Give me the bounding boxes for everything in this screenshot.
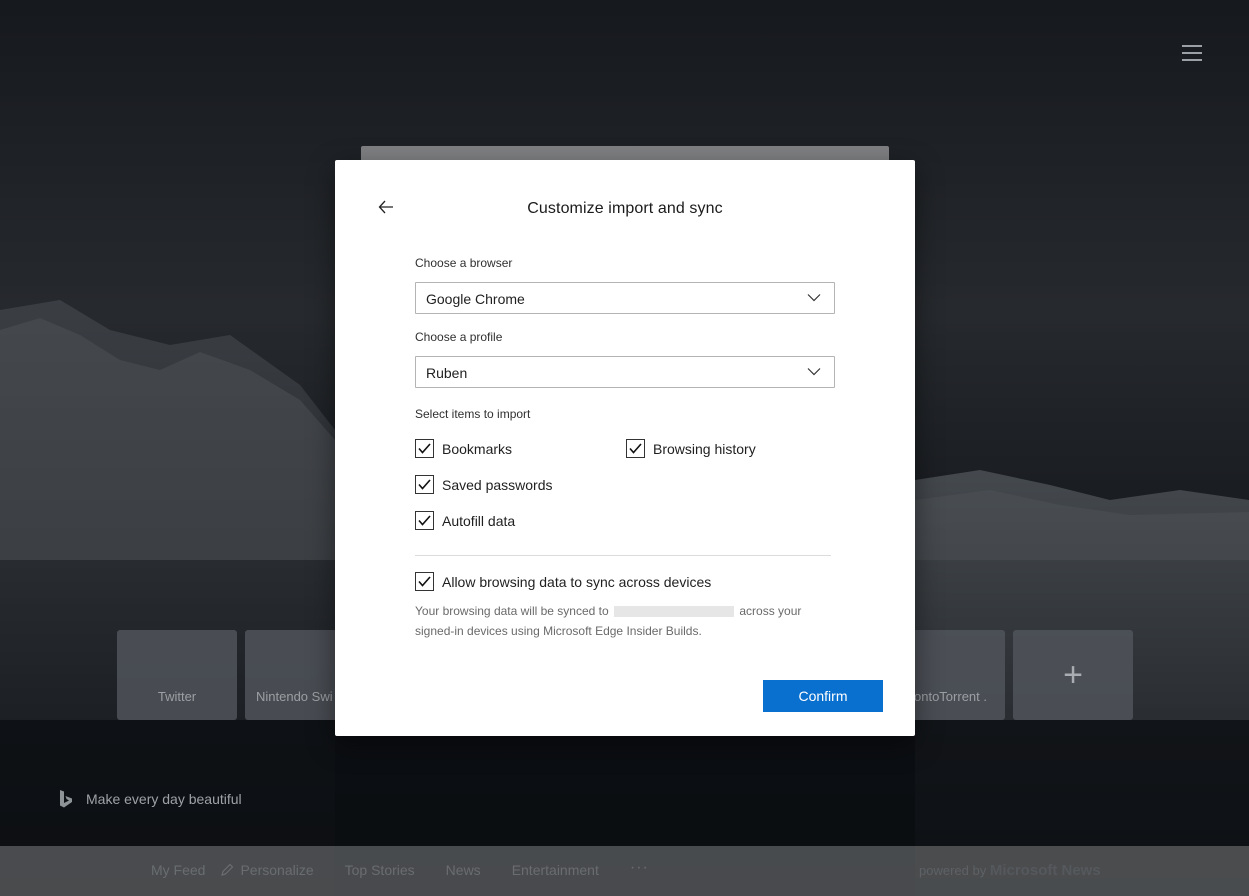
bing-tagline[interactable]: Make every day beautiful xyxy=(86,791,242,807)
nav-label: My Feed xyxy=(151,862,206,878)
browser-select[interactable]: Google Chrome xyxy=(415,282,835,314)
plus-icon: + xyxy=(1063,656,1083,694)
pencil-icon xyxy=(221,863,234,876)
news-nav: My Feed Personalize Top Stories News Ent… xyxy=(151,859,649,878)
profile-label: Choose a profile xyxy=(415,330,503,344)
item-browsing-history: Browsing history xyxy=(626,439,756,458)
checkmark-icon xyxy=(629,443,642,454)
items-label: Select items to import xyxy=(415,407,531,421)
bing-branding: Make every day beautiful xyxy=(58,789,242,809)
nav-entertainment[interactable]: Entertainment xyxy=(512,862,599,878)
chevron-down-icon xyxy=(807,368,821,376)
item-bookmarks: Bookmarks xyxy=(415,439,512,458)
nav-label: Personalize xyxy=(240,862,314,878)
nav-label: Entertainment xyxy=(511,862,599,878)
item-saved-passwords: Saved passwords xyxy=(415,475,553,494)
hamburger-menu-icon[interactable] xyxy=(1180,42,1204,64)
news-bar: My Feed Personalize Top Stories News Ent… xyxy=(0,846,1249,896)
sync-desc-before: Your browsing data will be synced to xyxy=(415,604,609,618)
divider xyxy=(415,555,831,556)
saved-passwords-label: Saved passwords xyxy=(442,476,553,493)
bookmarks-label: Bookmarks xyxy=(442,440,513,457)
powered-brand[interactable]: Microsoft News xyxy=(990,862,1101,879)
nav-news[interactable]: News xyxy=(446,862,481,878)
profile-select-value: Ruben xyxy=(426,365,468,381)
bing-logo-icon xyxy=(60,790,72,808)
tile-label: Twitter xyxy=(157,689,197,704)
browsing-history-checkbox[interactable] xyxy=(626,439,645,458)
add-site-tile[interactable]: + xyxy=(1013,630,1133,720)
saved-passwords-checkbox[interactable] xyxy=(415,475,434,494)
chevron-down-icon xyxy=(807,294,821,302)
powered-prefix: powered by xyxy=(919,863,987,878)
import-sync-dialog: Customize import and sync Choose a brows… xyxy=(335,160,915,736)
sync-option: Allow browsing data to sync across devic… xyxy=(415,572,711,591)
checkmark-icon xyxy=(418,576,431,587)
bookmarks-checkbox[interactable] xyxy=(415,439,434,458)
browser-label: Choose a browser xyxy=(415,256,513,270)
sync-label: Allow browsing data to sync across devic… xyxy=(442,573,712,590)
autofill-data-checkbox[interactable] xyxy=(415,511,434,530)
top-site-tile[interactable]: Twitter xyxy=(117,630,237,720)
nav-my-feed[interactable]: My Feed xyxy=(151,862,205,878)
checkmark-icon xyxy=(418,479,431,490)
item-autofill-data: Autofill data xyxy=(415,511,515,530)
nav-label: Top Stories xyxy=(344,862,415,878)
checkmark-icon xyxy=(418,515,431,526)
powered-by: powered by Microsoft News xyxy=(919,862,1101,879)
browser-select-value: Google Chrome xyxy=(426,291,525,307)
autofill-data-label: Autofill data xyxy=(442,512,516,529)
redacted-account xyxy=(614,606,735,618)
checkmark-icon xyxy=(418,443,431,454)
confirm-button[interactable]: Confirm xyxy=(763,680,883,712)
sync-checkbox[interactable] xyxy=(415,572,434,591)
sync-description: Your browsing data will be synced to acr… xyxy=(415,601,840,641)
more-icon[interactable]: ··· xyxy=(630,859,649,877)
nav-label: News xyxy=(445,862,481,878)
profile-select[interactable]: Ruben xyxy=(415,356,835,388)
dialog-title: Customize import and sync xyxy=(527,200,723,217)
nav-personalize[interactable]: Personalize xyxy=(220,862,314,878)
browsing-history-label: Browsing history xyxy=(653,440,756,457)
nav-top-stories[interactable]: Top Stories xyxy=(345,862,415,878)
